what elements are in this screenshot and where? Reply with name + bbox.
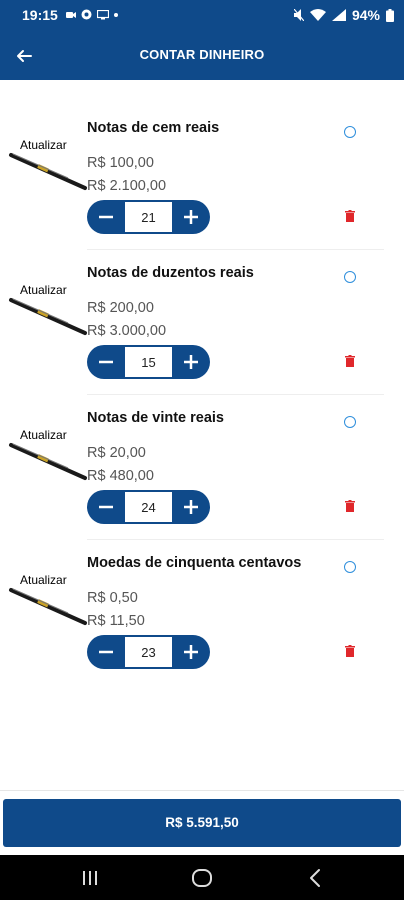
battery-icon xyxy=(386,8,394,22)
quantity-stepper xyxy=(87,345,210,379)
wifi-icon xyxy=(309,9,326,21)
trash-icon[interactable] xyxy=(345,210,355,222)
total-value: R$ 11,50 xyxy=(87,613,145,629)
notification-icons xyxy=(66,9,118,20)
system-nav-bar xyxy=(0,855,404,900)
trash-icon[interactable] xyxy=(345,645,355,657)
status-time: 19:15 xyxy=(22,7,58,23)
pen-icon[interactable] xyxy=(8,586,90,626)
quantity-stepper xyxy=(87,635,210,669)
list-item: Atualizar Notas de duzentos reais R$ 200… xyxy=(0,250,404,395)
quantity-input[interactable] xyxy=(125,346,172,378)
radio-icon[interactable] xyxy=(344,416,356,428)
total-value: R$ 2.100,00 xyxy=(87,178,167,194)
mute-icon xyxy=(293,9,304,21)
unit-value: R$ 200,00 xyxy=(87,300,154,316)
pen-icon[interactable] xyxy=(8,296,90,336)
quantity-stepper xyxy=(87,490,210,524)
radio-icon[interactable] xyxy=(344,271,356,283)
app-bar: CONTAR DINHEIRO xyxy=(0,32,404,80)
pen-icon[interactable] xyxy=(8,441,90,481)
radio-icon[interactable] xyxy=(344,126,356,138)
list-item: Atualizar Notas de vinte reais R$ 20,00 … xyxy=(0,395,404,540)
item-name: Notas de vinte reais xyxy=(87,410,224,426)
quantity-input[interactable] xyxy=(125,491,172,523)
item-name: Moedas de cinquenta centavos xyxy=(87,555,302,571)
plus-icon[interactable] xyxy=(172,490,210,524)
plus-icon[interactable] xyxy=(172,635,210,669)
update-label[interactable]: Atualizar xyxy=(20,283,67,297)
quantity-input[interactable] xyxy=(125,636,172,668)
list-item: Atualizar Moedas de cinquenta centavos R… xyxy=(0,540,404,685)
monitor-icon xyxy=(97,9,109,19)
minus-icon[interactable] xyxy=(87,635,125,669)
signal-icon xyxy=(331,9,346,21)
app-icon xyxy=(81,9,92,20)
home-icon[interactable] xyxy=(187,865,217,891)
trash-icon[interactable] xyxy=(345,355,355,367)
plus-icon[interactable] xyxy=(172,345,210,379)
page-title: CONTAR DINHEIRO xyxy=(139,47,265,62)
back-nav-icon[interactable] xyxy=(300,865,330,891)
item-name: Notas de cem reais xyxy=(87,120,220,136)
dot-icon xyxy=(114,12,118,17)
radio-icon[interactable] xyxy=(344,561,356,573)
unit-value: R$ 20,00 xyxy=(87,445,146,461)
quantity-input[interactable] xyxy=(125,201,172,233)
minus-icon[interactable] xyxy=(87,490,125,524)
total-value: R$ 3.000,00 xyxy=(87,323,167,339)
status-right: 94% xyxy=(293,7,394,23)
pen-icon[interactable] xyxy=(8,151,90,191)
quantity-stepper xyxy=(87,200,210,234)
total-button[interactable]: R$ 5.591,50 xyxy=(3,799,401,847)
status-bar: 19:15 94% xyxy=(0,0,404,32)
minus-icon[interactable] xyxy=(87,200,125,234)
recent-apps-icon[interactable] xyxy=(75,865,105,891)
item-name: Notas de duzentos reais xyxy=(87,265,254,281)
plus-icon[interactable] xyxy=(172,200,210,234)
update-label[interactable]: Atualizar xyxy=(20,428,67,442)
battery-percent: 94% xyxy=(351,7,380,23)
video-icon xyxy=(66,11,76,18)
unit-value: R$ 0,50 xyxy=(87,590,138,606)
total-value: R$ 480,00 xyxy=(87,468,154,484)
minus-icon[interactable] xyxy=(87,345,125,379)
list-item: Atualizar Notas de cem reais R$ 100,00 R… xyxy=(0,105,404,250)
trash-icon[interactable] xyxy=(345,500,355,512)
update-label[interactable]: Atualizar xyxy=(20,573,67,587)
update-label[interactable]: Atualizar xyxy=(20,138,67,152)
unit-value: R$ 100,00 xyxy=(87,155,154,171)
footer-divider xyxy=(0,790,404,791)
